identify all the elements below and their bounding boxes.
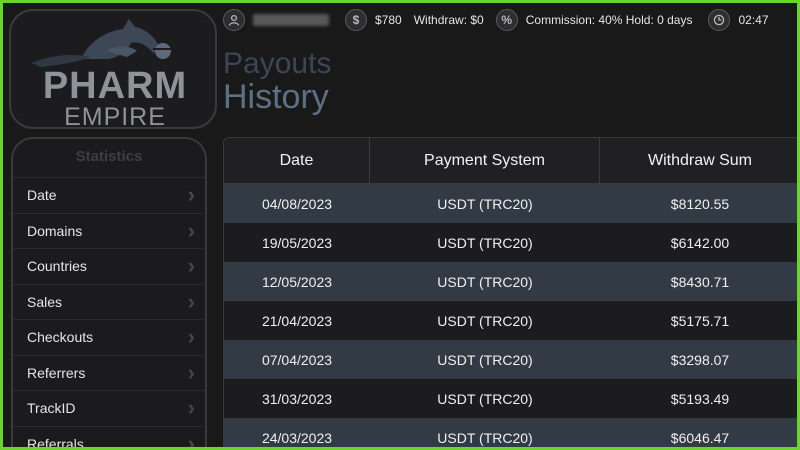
withdraw-value: Withdraw: $0 xyxy=(413,13,484,27)
table-row: 31/03/2023 USDT (TRC20) $5193.49 xyxy=(224,379,797,418)
sidebar-item-label: Domains xyxy=(27,222,83,239)
cell-payment-system: USDT (TRC20) xyxy=(437,429,533,446)
cell-date: 31/03/2023 xyxy=(261,390,333,407)
dollar-icon: $ xyxy=(345,9,367,31)
table-row: 19/05/2023 USDT (TRC20) $6142.00 xyxy=(224,223,797,262)
column-header-date[interactable]: Date xyxy=(224,138,370,183)
chevron-right-icon: › xyxy=(187,395,195,421)
cell-withdraw-sum: $5175.71 xyxy=(670,312,730,329)
cell-payment-system: USDT (TRC20) xyxy=(437,195,533,212)
sidebar-item-label: Checkouts xyxy=(27,329,94,346)
sidebar-item-date[interactable]: Date › xyxy=(13,177,205,213)
sidebar-item-label: TrackID xyxy=(27,400,76,417)
cell-withdraw-sum: $8120.55 xyxy=(670,195,730,212)
page-title-line1: Payouts xyxy=(223,47,332,80)
cell-date: 12/05/2023 xyxy=(261,273,333,290)
chevron-right-icon: › xyxy=(187,217,195,243)
percent-icon: % xyxy=(495,9,518,31)
sidebar-item-trackid[interactable]: TrackID › xyxy=(13,390,205,426)
sidebar-item-label: Date xyxy=(27,187,57,204)
chevron-right-icon: › xyxy=(187,288,195,314)
brand-logo[interactable]: PHARM EMPIRE xyxy=(9,9,217,131)
sidebar-heading: Statistics xyxy=(75,148,143,165)
table-row: 21/04/2023 USDT (TRC20) $5175.71 xyxy=(224,301,797,340)
column-header-withdraw-sum[interactable]: Withdraw Sum xyxy=(600,138,797,183)
cell-payment-system: USDT (TRC20) xyxy=(437,312,533,329)
username-redacted xyxy=(253,14,329,26)
sidebar-item-label: Referrals xyxy=(27,435,84,450)
cell-withdraw-sum: $6046.47 xyxy=(670,429,730,446)
cell-date: 07/04/2023 xyxy=(261,351,333,368)
chevron-right-icon: › xyxy=(187,359,195,385)
cell-payment-system: USDT (TRC20) xyxy=(437,351,533,368)
cell-date: 24/03/2023 xyxy=(261,429,333,446)
table-row: 07/04/2023 USDT (TRC20) $3298.07 xyxy=(224,340,797,379)
table-row: 12/05/2023 USDT (TRC20) $8430.71 xyxy=(224,262,797,301)
clock-time: 02:47 xyxy=(738,13,769,27)
chevron-right-icon: › xyxy=(187,182,195,208)
sidebar-item-checkouts[interactable]: Checkouts › xyxy=(13,319,205,355)
payouts-table: Date Payment System Withdraw Sum 04/08/2… xyxy=(223,137,797,447)
sidebar-item-countries[interactable]: Countries › xyxy=(13,248,205,284)
page-title-line2: History xyxy=(223,78,329,116)
brand-name-line2: EMPIRE xyxy=(64,103,166,131)
sidebar-item-label: Referrers xyxy=(27,364,86,381)
statistics-sidebar: Statistics Date › Domains › Countries › … xyxy=(11,137,207,450)
cell-date: 19/05/2023 xyxy=(261,234,333,251)
sidebar-item-label: Sales xyxy=(27,293,63,310)
table-header: Date Payment System Withdraw Sum xyxy=(224,138,797,184)
table-row: 04/08/2023 USDT (TRC20) $8120.55 xyxy=(224,184,797,223)
brand-name-line1: PHARM xyxy=(42,65,188,107)
chevron-right-icon: › xyxy=(187,430,195,450)
table-body: 04/08/2023 USDT (TRC20) $8120.55 19/05/2… xyxy=(224,184,797,447)
commission-text: Commission: 40% Hold: 0 days xyxy=(525,13,693,27)
table-row: 24/03/2023 USDT (TRC20) $6046.47 xyxy=(224,418,797,447)
column-header-payment-system[interactable]: Payment System xyxy=(370,138,600,183)
sidebar-item-referrals[interactable]: Referrals › xyxy=(13,425,205,450)
cell-payment-system: USDT (TRC20) xyxy=(437,390,533,407)
top-bar: $ $780 Withdraw: $0 % Commission: 40% Ho… xyxy=(223,7,797,33)
sidebar-item-domains[interactable]: Domains › xyxy=(13,212,205,249)
clock-icon xyxy=(708,9,731,31)
sidebar-item-label: Countries xyxy=(27,258,87,275)
app-frame: PHARM EMPIRE $ $780 Withdraw: $0 % Commi… xyxy=(0,0,800,450)
chevron-right-icon: › xyxy=(187,324,195,350)
cell-withdraw-sum: $5193.49 xyxy=(670,390,730,407)
chevron-right-icon: › xyxy=(187,253,195,279)
cell-date: 04/08/2023 xyxy=(261,195,333,212)
cell-payment-system: USDT (TRC20) xyxy=(437,273,533,290)
sidebar-item-referrers[interactable]: Referrers › xyxy=(13,354,205,391)
cell-payment-system: USDT (TRC20) xyxy=(437,234,533,251)
balance-value: $780 xyxy=(375,13,402,27)
cell-withdraw-sum: $6142.00 xyxy=(670,234,730,251)
sidebar-item-sales[interactable]: Sales › xyxy=(13,283,205,320)
cell-date: 21/04/2023 xyxy=(261,312,333,329)
cell-withdraw-sum: $8430.71 xyxy=(670,273,730,290)
cell-withdraw-sum: $3298.07 xyxy=(670,351,730,368)
user-icon[interactable] xyxy=(223,9,245,31)
